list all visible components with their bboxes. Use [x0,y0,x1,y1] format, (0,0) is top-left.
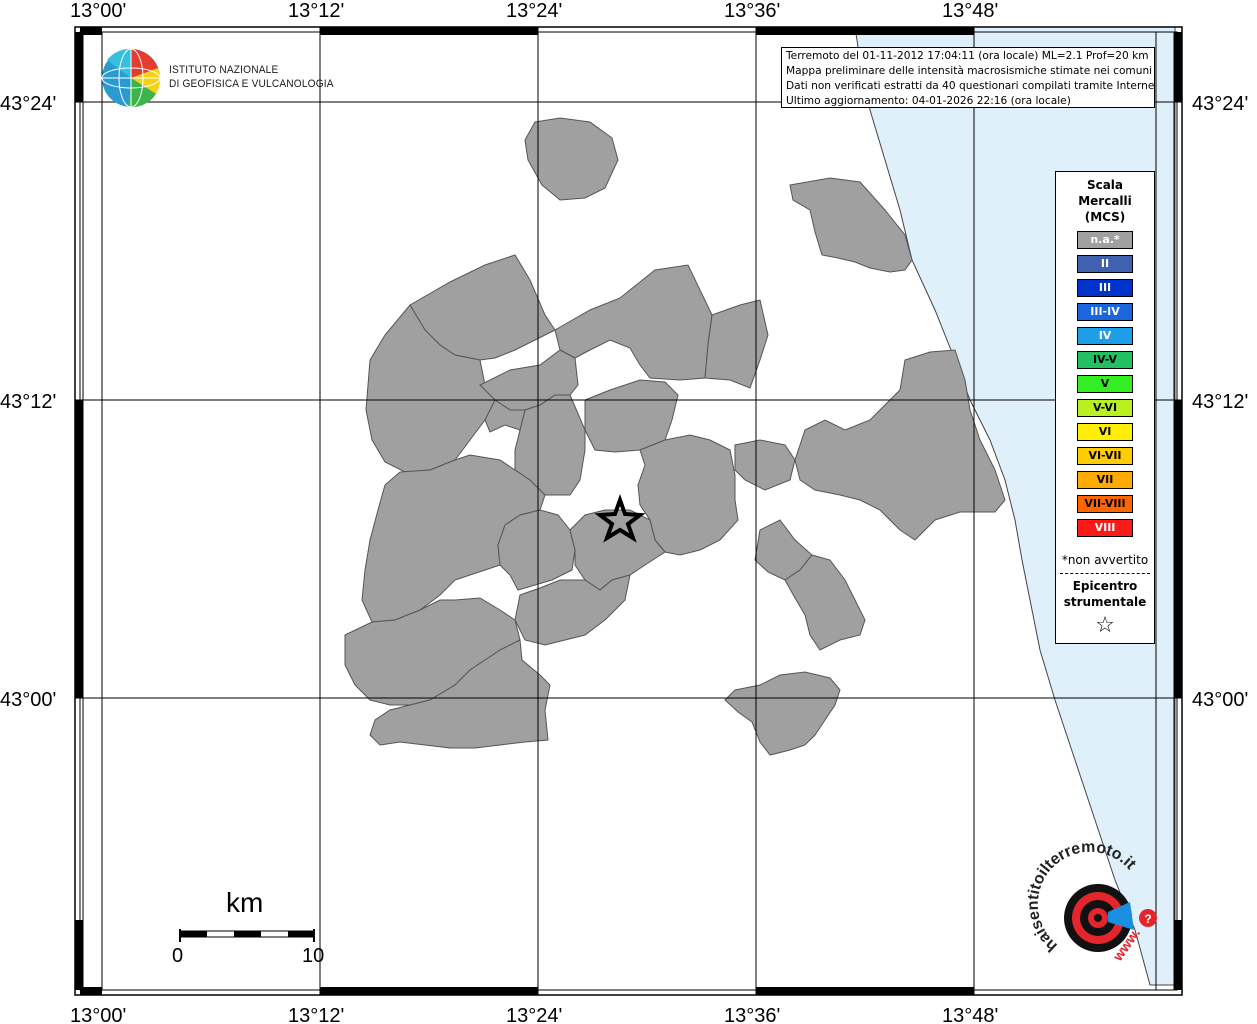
scale-min-label: 0 [172,945,184,967]
lon-label: 13°36' [724,0,780,22]
lon-label: 13°48' [942,0,998,22]
municipality [554,264,713,381]
legend-epicenter-line: Epicentro [1072,579,1138,593]
lon-labels-bottom: 13°00' 13°12' 13°24' 13°36' 13°48' [70,1005,998,1024]
intensity-legend: Scala Mercalli (MCS) n.a.* II III III-IV IV I… [1055,171,1155,644]
lat-label: 43°24' [1192,93,1248,115]
event-info-box: Terremoto del 01-11-2012 17:04:11 (ora l… [781,47,1155,108]
legend-item: II [1077,255,1133,273]
info-line: Mappa preliminare delle intensità macros… [786,65,1153,77]
municipality [497,509,576,591]
legend-title-line: (MCS) [1084,210,1126,224]
scale-bar [179,929,315,942]
legend-item: VIII [1077,519,1133,537]
municipality [789,177,913,273]
lon-label: 13°12' [288,0,344,22]
legend-title-line: Mercalli [1078,194,1132,208]
svg-text:?: ? [1144,912,1151,926]
legend-item: IV [1077,327,1133,345]
legend-item: VI [1077,423,1133,441]
legend-divider [1060,573,1150,574]
municipality [524,117,619,201]
lat-labels-right: 43°24' 43°12' 43°00' [1192,93,1248,711]
legend-item: V-VI [1077,399,1133,417]
lat-label: 43°00' [0,689,56,711]
lon-label: 13°00' [70,1005,126,1024]
lat-label: 43°24' [0,93,56,115]
lon-label: 13°24' [506,0,562,22]
lat-label: 43°12' [1192,391,1248,413]
lon-labels-top: 13°00' 13°12' 13°24' 13°36' 13°48' [70,0,998,22]
legend-epicenter-label: Epicentro strumentale [1056,578,1154,610]
ingv-logo-text: ISTITUTO NAZIONALE DI GEOFISICA E VULCAN… [169,63,334,91]
info-line: Dati non verificati estratti da 40 quest… [786,80,1155,92]
lat-label: 43°00' [1192,689,1248,711]
legend-item: VI-VII [1077,447,1133,465]
lat-labels-left: 43°24' 43°12' 43°00' [0,93,56,711]
legend-epicenter-line: strumentale [1063,595,1147,609]
legend-note: *non avvertito [1061,553,1149,567]
info-line: Terremoto del 01-11-2012 17:04:11 (ora l… [786,50,1149,62]
ingv-line2: DI GEOFISICA E VULCANOLOGIA [169,78,334,90]
legend-item: IV-V [1077,351,1133,369]
municipality [704,299,769,389]
legend-item: III-IV [1077,303,1133,321]
lon-label: 13°48' [942,1005,998,1024]
ingv-line1: ISTITUTO NAZIONALE [169,64,279,76]
municipality [724,671,841,756]
scale-max-label: 10 [302,945,325,967]
legend-items: n.a.* II III III-IV IV IV-V V V-VI VI VI-VII VII VI… [1056,231,1154,537]
scale-unit: km [226,887,264,918]
lon-label: 13°36' [724,1005,780,1024]
legend-item: V [1077,375,1133,393]
ingv-logo-icon [101,48,161,108]
info-line: Ultimo aggiornamento: 04-01-2026 22:16 (… [786,95,1071,107]
legend-title-line: Scala [1086,178,1124,192]
legend-item: III [1077,279,1133,297]
lon-label: 13°00' [70,0,126,22]
legend-title: Scala Mercalli (MCS) [1056,177,1154,225]
legend-item: n.a.* [1077,231,1133,249]
legend-item: VII-VIII [1077,495,1133,513]
municipality [734,439,796,491]
lon-label: 13°24' [506,1005,562,1024]
legend-star-icon: ☆ [1095,613,1115,638]
legend-item: VII [1077,471,1133,489]
lon-label: 13°12' [288,1005,344,1024]
lat-label: 43°12' [0,391,56,413]
